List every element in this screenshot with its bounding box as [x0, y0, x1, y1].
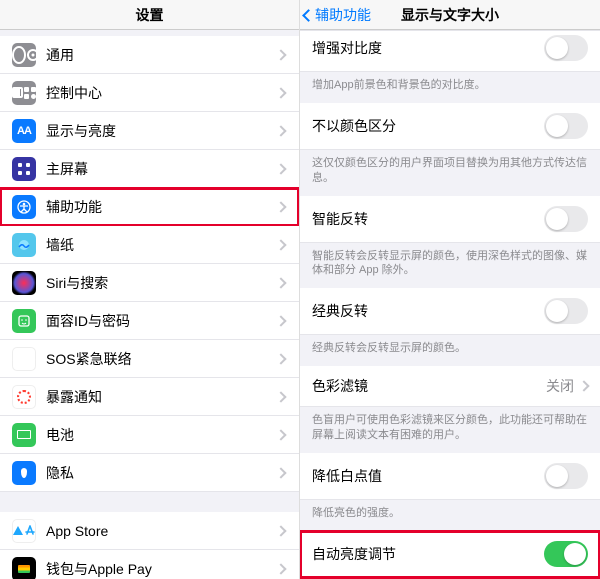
row-privacy[interactable]: 隐私 [0, 454, 299, 492]
row-label: 通用 [46, 45, 74, 65]
display-icon: AA [12, 119, 36, 143]
chevron-right-icon [275, 467, 286, 478]
row-classic-invert[interactable]: 经典反转 [300, 288, 600, 335]
row-siri-search[interactable]: Siri与搜索 [0, 264, 299, 302]
wallpaper-icon [12, 233, 36, 257]
row-control-center[interactable]: 控制中心 [0, 74, 299, 112]
chevron-right-icon [275, 49, 286, 60]
detail-header: 辅助功能 显示与文字大小 [300, 0, 600, 30]
row-label: 辅助功能 [46, 197, 102, 217]
row-label: 墙纸 [46, 235, 74, 255]
siri-icon [12, 271, 36, 295]
control-center-icon [12, 81, 36, 105]
chevron-right-icon [578, 380, 589, 391]
privacy-icon [12, 461, 36, 485]
settings-title: 设置 [136, 5, 164, 25]
chevron-right-icon [275, 315, 286, 326]
toggle-auto-brightness[interactable] [544, 541, 588, 567]
row-label: 隐私 [46, 463, 74, 483]
toggle-increase-contrast[interactable] [544, 35, 588, 61]
chevron-right-icon [275, 353, 286, 364]
chevron-right-icon [275, 277, 286, 288]
row-label: 钱包与Apple Pay [46, 559, 152, 579]
footer-reduce-white-point: 降低亮色的强度。 [300, 500, 600, 531]
row-label: 显示与亮度 [46, 121, 116, 141]
app-store-icon [12, 519, 36, 543]
accessibility-icon [12, 195, 36, 219]
footer-color-filters: 色盲用户可使用色彩滤镜来区分颜色，此功能还可帮助在屏幕上阅读文本有困难的用户。 [300, 407, 600, 453]
gear-icon [12, 43, 36, 67]
row-color-filters[interactable]: 色彩滤镜 关闭 [300, 366, 600, 407]
row-label: 经典反转 [312, 301, 368, 321]
row-home-screen[interactable]: 主屏幕 [0, 150, 299, 188]
row-app-store[interactable]: App Store [0, 512, 299, 550]
footer-increase-contrast: 增加App前景色和背景色的对比度。 [300, 72, 600, 103]
settings-group-1: 通用 控制中心 AA 显示与亮度 主屏幕 辅助功能 墙纸 [0, 36, 299, 492]
sos-icon: SOS [12, 347, 36, 371]
toggle-differentiate-without-color[interactable] [544, 113, 588, 139]
toggle-smart-invert[interactable] [544, 206, 588, 232]
row-face-id[interactable]: 面容ID与密码 [0, 302, 299, 340]
row-label: 电池 [46, 425, 74, 445]
row-exposure[interactable]: 暴露通知 [0, 378, 299, 416]
row-reduce-white-point[interactable]: 降低白点值 [300, 453, 600, 500]
row-label: Siri与搜索 [46, 273, 108, 293]
row-display-brightness[interactable]: AA 显示与亮度 [0, 112, 299, 150]
row-label: 不以颜色区分 [312, 116, 396, 136]
row-accessibility[interactable]: 辅助功能 [0, 188, 299, 226]
row-label: SOS紧急联络 [46, 349, 132, 369]
back-label: 辅助功能 [315, 5, 371, 25]
chevron-right-icon [275, 391, 286, 402]
row-label: 面容ID与密码 [46, 311, 130, 331]
back-button[interactable]: 辅助功能 [304, 0, 371, 30]
row-label: 自动亮度调节 [312, 544, 396, 564]
settings-pane: 设置 通用 控制中心 AA 显示与亮度 主屏幕 辅助功能 [0, 0, 300, 579]
row-label: 控制中心 [46, 83, 102, 103]
toggle-reduce-white-point[interactable] [544, 463, 588, 489]
row-battery[interactable]: 电池 [0, 416, 299, 454]
chevron-right-icon [275, 525, 286, 536]
footer-classic-invert: 经典反转会反转显示屏的颜色。 [300, 335, 600, 366]
face-id-icon [12, 309, 36, 333]
row-label: 色彩滤镜 [312, 376, 368, 396]
row-wallet[interactable]: 钱包与Apple Pay [0, 550, 299, 579]
row-label: 智能反转 [312, 209, 368, 229]
row-label: 增强对比度 [312, 38, 382, 58]
row-increase-contrast[interactable]: 增强对比度 [300, 30, 600, 72]
chevron-right-icon [275, 201, 286, 212]
value-text: 关闭 [546, 376, 574, 396]
detail-title: 显示与文字大小 [401, 5, 499, 25]
row-smart-invert[interactable]: 智能反转 [300, 196, 600, 243]
settings-group-2: App Store 钱包与Apple Pay [0, 512, 299, 579]
wallet-icon [12, 557, 36, 579]
chevron-right-icon [275, 163, 286, 174]
display-text-size-pane: 辅助功能 显示与文字大小 增强对比度 增加App前景色和背景色的对比度。 不以颜… [300, 0, 600, 579]
row-auto-brightness[interactable]: 自动亮度调节 [300, 531, 600, 578]
row-wallpaper[interactable]: 墙纸 [0, 226, 299, 264]
toggle-classic-invert[interactable] [544, 298, 588, 324]
row-label: 降低白点值 [312, 466, 382, 486]
row-label: 主屏幕 [46, 159, 88, 179]
chevron-right-icon [275, 125, 286, 136]
row-label: 暴露通知 [46, 387, 102, 407]
row-value: 关闭 [546, 376, 588, 396]
exposure-icon [12, 385, 36, 409]
row-general[interactable]: 通用 [0, 36, 299, 74]
settings-header: 设置 [0, 0, 299, 30]
row-label: App Store [46, 523, 108, 539]
chevron-right-icon [275, 563, 286, 574]
chevron-left-icon [302, 9, 315, 22]
footer-smart-invert: 智能反转会反转显示屏的颜色，使用深色样式的图像、媒体和部分 App 除外。 [300, 243, 600, 289]
chevron-right-icon [275, 87, 286, 98]
chevron-right-icon [275, 239, 286, 250]
home-screen-icon [12, 157, 36, 181]
row-differentiate-without-color[interactable]: 不以颜色区分 [300, 103, 600, 150]
row-sos[interactable]: SOS SOS紧急联络 [0, 340, 299, 378]
chevron-right-icon [275, 429, 286, 440]
battery-icon [12, 423, 36, 447]
footer-differentiate-without-color: 这仅仅颜色区分的用户界面项目替换为用其他方式传达信息。 [300, 150, 600, 196]
